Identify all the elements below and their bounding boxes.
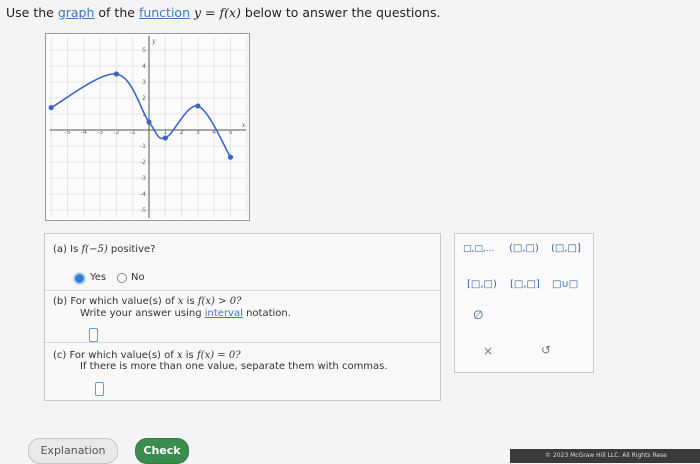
question-a: (a) Is f(−5) positive?: [53, 244, 155, 255]
interval-link[interactable]: interval: [205, 308, 243, 319]
option-no-label[interactable]: No: [131, 272, 145, 283]
notation-palette: □,□,... (□,□) (□,□] [□,□) [□,□] □∪□ ∅ × …: [454, 233, 594, 373]
y-tick-label: -4: [140, 191, 146, 198]
y-tick-label: -5: [140, 207, 146, 214]
graph-canvas: -5 -4 -3 -2 -1 1 2 3 4 554321-1-2-3-4-5xy: [48, 36, 248, 218]
option-yes-label[interactable]: Yes: [90, 272, 106, 283]
instruction-middle: of the: [98, 5, 135, 20]
question-c-instruction: If there is more than one value, separat…: [80, 361, 388, 372]
question-a-math: f(−5): [81, 244, 108, 255]
question-c: (c) For which value(s) of x is f(x) = 0?: [53, 350, 241, 361]
curve-point: [48, 105, 54, 111]
answer-input-c[interactable]: [95, 382, 104, 396]
graph-link[interactable]: graph: [58, 5, 95, 20]
y-tick-label: 4: [142, 63, 146, 70]
x-tick-label: 3: [196, 129, 200, 136]
x-tick-label: 5: [229, 129, 233, 136]
question-b-text-before: For which value(s) of: [70, 296, 175, 307]
question-c-math2: f(x) = 0?: [196, 350, 241, 361]
x-tick-label: -2: [113, 129, 119, 136]
curve-point: [162, 135, 168, 141]
palette-half-open-right-button[interactable]: (□,□]: [551, 243, 581, 254]
divider: [45, 342, 440, 343]
question-a-text-before: Is: [70, 244, 79, 255]
palette-closed-interval-button[interactable]: [□,□]: [510, 279, 540, 290]
instruction-prefix: Use the: [6, 5, 54, 20]
question-b-instruction: Write your answer using interval notatio…: [80, 308, 291, 319]
palette-list-button[interactable]: □,□,...: [463, 244, 494, 254]
palette-open-interval-button[interactable]: (□,□): [509, 243, 539, 254]
instruction-text: Use the graph of the function y = f(x) b…: [6, 5, 440, 20]
curve-point: [195, 103, 201, 109]
question-b-line2-after: notation.: [246, 308, 291, 319]
palette-empty-set-button[interactable]: ∅: [473, 308, 483, 322]
x-tick-label: -4: [81, 129, 87, 136]
y-tick-label: -2: [140, 159, 146, 166]
x-tick-label: 1: [163, 129, 167, 136]
question-b-math2: f(x) > 0?: [197, 296, 242, 307]
question-c-math: x: [176, 350, 183, 361]
radio-no[interactable]: [117, 273, 127, 283]
curve-point: [146, 119, 152, 125]
undo-icon[interactable]: ↺: [541, 343, 551, 357]
curve-point: [113, 71, 119, 77]
radio-yes[interactable]: [75, 274, 84, 283]
question-b-label: (b): [53, 296, 68, 307]
x-tick-label: -5: [65, 129, 71, 136]
question-b: (b) For which value(s) of x is f(x) > 0?: [53, 296, 241, 307]
question-a-text-after: positive?: [110, 244, 156, 255]
copyright-footer: © 2023 McGraw Hill LLC. All Rights Rese: [510, 449, 700, 463]
questions-panel: (a) Is f(−5) positive? Yes No (b) For wh…: [44, 233, 441, 401]
question-c-label: (c): [53, 350, 67, 361]
divider: [45, 290, 440, 291]
y-tick-label: 3: [142, 79, 146, 86]
question-c-text-mid: is: [185, 350, 194, 361]
x-tick-label: -1: [130, 129, 136, 136]
y-tick-label: -1: [140, 143, 146, 150]
function-notation: y = f(x): [193, 5, 241, 20]
y-tick-label: -3: [140, 175, 146, 182]
question-b-math: x: [177, 296, 184, 307]
curve-point: [227, 154, 234, 160]
question-b-text-mid: is: [186, 296, 195, 307]
y-tick-label: 2: [142, 95, 146, 102]
x-tick-label: 2: [180, 129, 184, 136]
clear-icon[interactable]: ×: [483, 344, 493, 358]
check-button[interactable]: Check: [135, 438, 189, 464]
question-b-line2-before: Write your answer using: [80, 308, 202, 319]
y-tick-label: 5: [142, 47, 146, 54]
explanation-button[interactable]: Explanation: [28, 438, 118, 464]
instruction-suffix: below to answer the questions.: [244, 5, 441, 20]
x-tick-label: -3: [97, 129, 103, 136]
palette-half-open-left-button[interactable]: [□,□): [467, 279, 497, 290]
answer-input-b[interactable]: [89, 328, 98, 342]
question-a-label: (a): [53, 244, 67, 255]
y-axis-label: y: [151, 38, 156, 45]
question-c-text-before: For which value(s) of: [69, 350, 174, 361]
x-axis-label: x: [242, 122, 246, 129]
function-link[interactable]: function: [139, 5, 190, 20]
function-graph: -5 -4 -3 -2 -1 1 2 3 4 5 5 4 3 2 1 -1 -2 -3 -4 -5 x y: [45, 33, 250, 221]
palette-union-button[interactable]: □∪□: [552, 279, 578, 290]
